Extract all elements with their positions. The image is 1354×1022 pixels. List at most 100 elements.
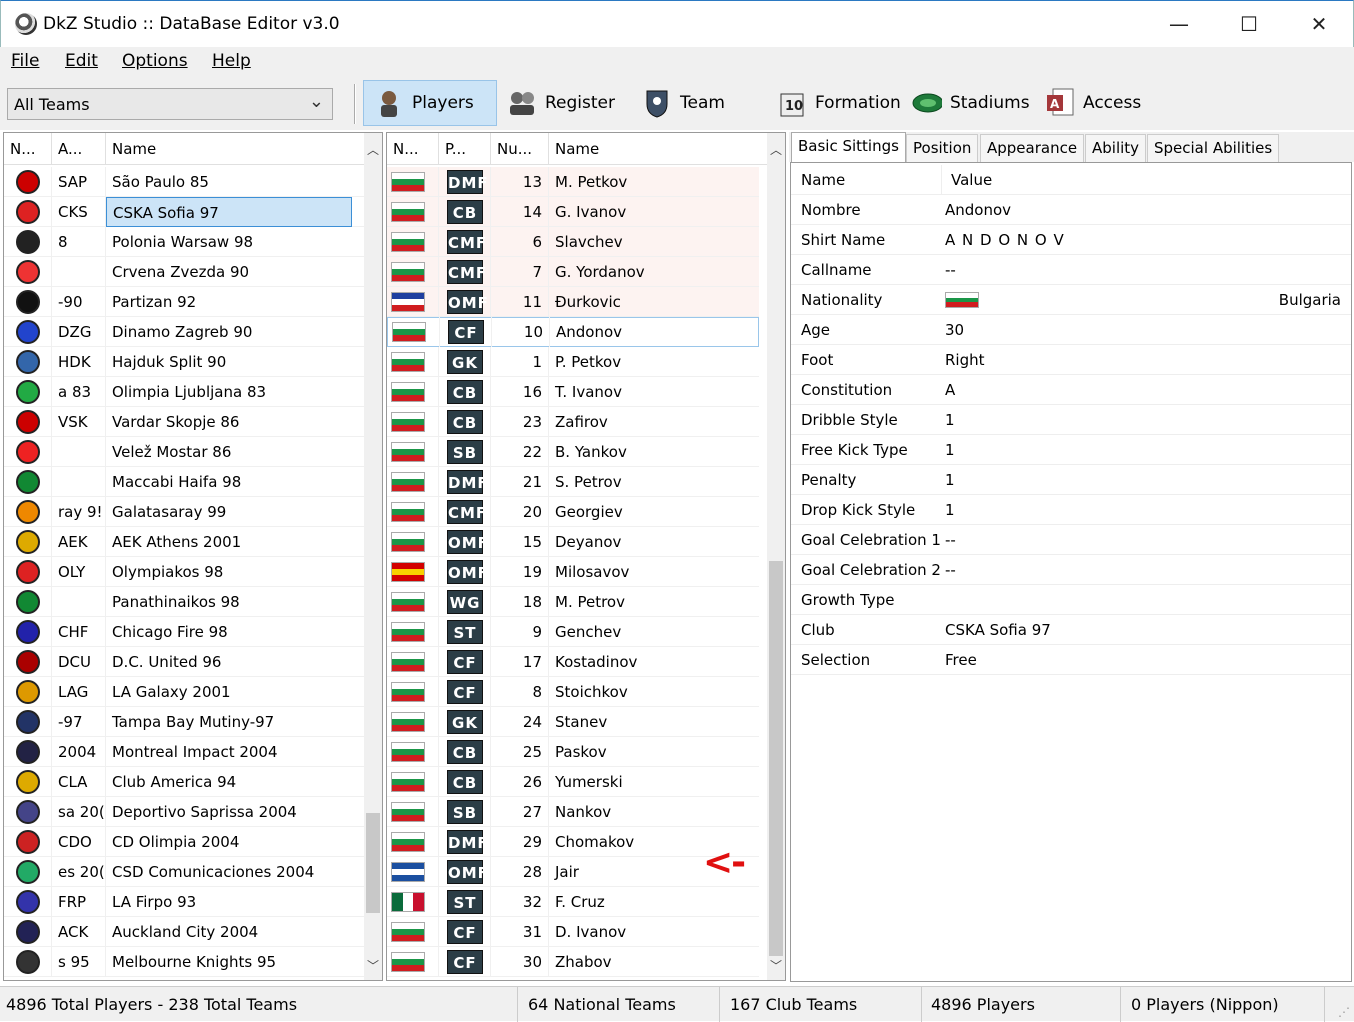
tab-appearance[interactable]: Appearance — [980, 134, 1085, 162]
team-row[interactable]: s 95 Melbourne Knights 95 — [4, 946, 364, 977]
player-row[interactable]: CB 14 G. Ivanov — [387, 196, 759, 227]
player-row[interactable]: DMF 13 M. Petkov — [387, 166, 759, 197]
player-row[interactable]: CB 16 T. Ivanov — [387, 376, 759, 407]
property-row[interactable]: Selection Free — [791, 645, 1351, 675]
team-row[interactable]: CDO CD Olimpia 2004 — [4, 826, 364, 857]
team-row[interactable]: 8 Polonia Warsaw 98 — [4, 226, 364, 257]
players-button[interactable]: Players — [363, 80, 497, 126]
property-row[interactable]: Free Kick Type 1 — [791, 435, 1351, 465]
player-row[interactable]: OMF 15 Deyanov — [387, 526, 759, 557]
property-row[interactable]: Club CSKA Sofia 97 — [791, 615, 1351, 645]
team-row[interactable]: Maccabi Haifa 98 — [4, 466, 364, 497]
col-team-abbr[interactable]: A... — [52, 133, 106, 165]
player-row[interactable]: SB 27 Nankov — [387, 796, 759, 827]
team-row[interactable]: FRP LA Firpo 93 — [4, 886, 364, 917]
maximize-button[interactable]: ☐ — [1214, 1, 1284, 47]
team-row[interactable]: sa 20(Deportivo Saprissa 2004 — [4, 796, 364, 827]
col-player-num[interactable]: Nu... — [491, 133, 549, 165]
team-row[interactable]: DZG Dinamo Zagreb 90 — [4, 316, 364, 347]
scroll-down-icon[interactable]: ﹀ — [364, 957, 382, 974]
team-row[interactable]: a 83 Olimpia Ljubljana 83 — [4, 376, 364, 407]
player-row[interactable]: DMF 21 S. Petrov — [387, 466, 759, 497]
team-row[interactable]: ray 9! Galatasaray 99 — [4, 496, 364, 527]
access-button[interactable]: A Access — [1035, 80, 1151, 126]
player-row[interactable]: CB 23 Zafirov — [387, 406, 759, 437]
team-row[interactable]: 2004 Montreal Impact 2004 — [4, 736, 364, 767]
player-row[interactable]: GK 1 P. Petkov — [387, 346, 759, 377]
teams-scrollbar[interactable]: ︿ ﹀ — [364, 133, 382, 980]
property-row[interactable]: Constitution A — [791, 375, 1351, 405]
resize-grip-icon[interactable]: ⋰ — [1338, 1005, 1350, 1019]
team-row[interactable]: Panathinaikos 98 — [4, 586, 364, 617]
player-row[interactable]: SB 22 B. Yankov — [387, 436, 759, 467]
property-row[interactable]: Drop Kick Style 1 — [791, 495, 1351, 525]
player-row[interactable]: CF 31 D. Ivanov — [387, 916, 759, 947]
col-team-name[interactable]: Name — [106, 133, 354, 165]
formation-button[interactable]: 10 Formation — [767, 80, 911, 126]
team-row[interactable]: es 20(CSD Comunicaciones 2004 — [4, 856, 364, 887]
team-row[interactable]: -90 Partizan 92 — [4, 286, 364, 317]
players-scrollbar[interactable]: ︿ ﹀ — [767, 133, 785, 980]
col-player-name[interactable]: Name — [549, 133, 749, 165]
team-row[interactable]: Velež Mostar 86 — [4, 436, 364, 467]
property-row[interactable]: Nationality Bulgaria — [791, 285, 1351, 315]
team-button[interactable]: Team — [632, 80, 735, 126]
team-row[interactable]: AEK AEK Athens 2001 — [4, 526, 364, 557]
player-row[interactable]: CB 26 Yumerski — [387, 766, 759, 797]
col-player-nat[interactable]: N... — [387, 133, 439, 165]
menu-file[interactable]: File — [11, 51, 39, 71]
team-row[interactable]: LAG LA Galaxy 2001 — [4, 676, 364, 707]
player-row[interactable]: CB 25 Paskov — [387, 736, 759, 767]
col-player-pos[interactable]: P... — [439, 133, 491, 165]
team-row[interactable]: Crvena Zvezda 90 — [4, 256, 364, 287]
player-row[interactable]: WG 18 M. Petrov — [387, 586, 759, 617]
tab-ability[interactable]: Ability — [1085, 134, 1147, 162]
property-row[interactable]: Age 30 — [791, 315, 1351, 345]
team-row[interactable]: CKS CSKA Sofia 97 — [4, 196, 364, 227]
minimize-button[interactable]: — — [1144, 1, 1214, 47]
player-row[interactable]: CF 8 Stoichkov — [387, 676, 759, 707]
tab-basic-sittings[interactable]: Basic Sittings — [791, 132, 906, 162]
property-row[interactable]: Foot Right — [791, 345, 1351, 375]
player-row[interactable]: ST 9 Genchev — [387, 616, 759, 647]
player-row[interactable]: CF 17 Kostadinov — [387, 646, 759, 677]
menu-help[interactable]: Help — [212, 51, 251, 71]
teams-scroll-thumb[interactable] — [366, 813, 380, 913]
scroll-up-icon[interactable]: ︿ — [364, 141, 382, 158]
player-row[interactable]: OMF 11 Đurkovic — [387, 286, 759, 317]
tab-position[interactable]: Position — [906, 134, 979, 162]
menu-edit[interactable]: Edit — [65, 51, 98, 71]
property-row[interactable]: Nombre Andonov — [791, 195, 1351, 225]
players-scroll-thumb[interactable] — [769, 561, 783, 956]
player-row[interactable]: CMF 7 G. Yordanov — [387, 256, 759, 287]
team-row[interactable]: OLY Olympiakos 98 — [4, 556, 364, 587]
stadiums-button[interactable]: Stadiums — [902, 80, 1040, 126]
team-row[interactable]: ACK Auckland City 2004 — [4, 916, 364, 947]
teams-list[interactable]: N... A... Name SAP São Paulo 85 CKS CSKA So… — [3, 132, 383, 981]
team-row[interactable]: VSK Vardar Skopje 86 — [4, 406, 364, 437]
player-row[interactable]: CF 10 Andonov — [387, 317, 759, 347]
property-row[interactable]: Shirt Name A N D O N O V — [791, 225, 1351, 255]
close-button[interactable]: ✕ — [1284, 1, 1354, 47]
team-row[interactable]: -97 Tampa Bay Mutiny-97 — [4, 706, 364, 737]
property-row[interactable]: Dribble Style 1 — [791, 405, 1351, 435]
team-row[interactable]: DCU D.C. United 96 — [4, 646, 364, 677]
col-team-n[interactable]: N... — [4, 133, 52, 165]
property-row[interactable]: Callname -- — [791, 255, 1351, 285]
team-filter-select[interactable]: All Teams ⌄ — [7, 88, 333, 120]
property-row[interactable]: Goal Celebration 1 -- — [791, 525, 1351, 555]
property-row[interactable]: Growth Type — [791, 585, 1351, 615]
player-row[interactable]: CMF 20 Georgiev — [387, 496, 759, 527]
player-row[interactable]: ST 32 F. Cruz — [387, 886, 759, 917]
team-row[interactable]: HDK Hajduk Split 90 — [4, 346, 364, 377]
tab-special-abilities[interactable]: Special Abilities — [1147, 134, 1280, 162]
player-row[interactable]: OMF 19 Milosavov — [387, 556, 759, 587]
menu-options[interactable]: Options — [122, 51, 188, 71]
player-row[interactable]: GK 24 Stanev — [387, 706, 759, 737]
team-row[interactable]: CHF Chicago Fire 98 — [4, 616, 364, 647]
team-row[interactable]: SAP São Paulo 85 — [4, 166, 364, 197]
player-row[interactable]: CF 30 Zhabov — [387, 946, 759, 977]
scroll-up-icon[interactable]: ︿ — [767, 141, 785, 158]
property-row[interactable]: Goal Celebration 2 -- — [791, 555, 1351, 585]
player-row[interactable]: CMF 6 Slavchev — [387, 226, 759, 257]
